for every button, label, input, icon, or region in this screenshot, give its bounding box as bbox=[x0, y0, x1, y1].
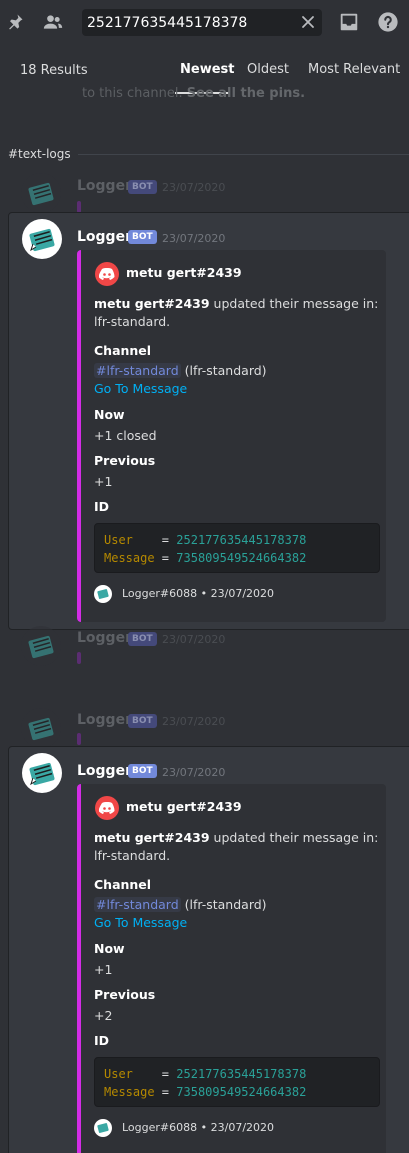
embed-footer: Logger#6088 • 23/07/2020 bbox=[122, 1121, 275, 1134]
message-timestamp: 23/07/2020 bbox=[162, 715, 226, 728]
field-previous-label: Previous bbox=[94, 987, 156, 1002]
field-channel-label: Channel bbox=[94, 343, 152, 358]
pin-icon[interactable] bbox=[3, 10, 27, 34]
log-embed: metu gert#2439 metu gert#2439 updated th… bbox=[77, 784, 386, 1153]
embed-footer: Logger#6088 • 23/07/2020 bbox=[122, 587, 275, 600]
bot-avatar bbox=[21, 173, 61, 213]
message-author[interactable]: Logger bbox=[77, 712, 132, 728]
bot-avatar bbox=[21, 626, 61, 666]
go-to-message-link[interactable]: Go To Message bbox=[94, 914, 187, 932]
sort-newest-tab[interactable]: Newest bbox=[180, 62, 234, 77]
discord-icon bbox=[95, 796, 119, 820]
embed-stub bbox=[77, 733, 81, 745]
field-previous-label: Previous bbox=[94, 453, 156, 468]
id-codeblock: User = 252177635445178378 Message = 7358… bbox=[94, 523, 380, 573]
search-result-card[interactable]: Logger BOT 23/07/2020 metu gert#2439 met… bbox=[8, 746, 409, 1153]
pins-hint-text: to this channel. See all the pins. bbox=[82, 86, 306, 101]
field-id-label: ID bbox=[94, 1033, 110, 1048]
embed-description: metu gert#2439 updated their message in:… bbox=[94, 296, 379, 329]
bot-avatar[interactable] bbox=[22, 753, 62, 793]
inbox-icon[interactable] bbox=[337, 10, 361, 34]
field-now-value: +1 bbox=[94, 962, 113, 977]
message-author[interactable]: Logger bbox=[77, 178, 132, 194]
embed-author: metu gert#2439 bbox=[126, 265, 242, 280]
message-timestamp: 23/07/2020 bbox=[162, 633, 226, 646]
bot-badge: BOT bbox=[128, 180, 157, 194]
embed-stub bbox=[77, 652, 81, 664]
results-count: 18 Results bbox=[20, 63, 88, 78]
message-author[interactable]: Logger bbox=[77, 229, 132, 245]
embed-description: metu gert#2439 updated their message in:… bbox=[94, 830, 379, 863]
message-timestamp: 23/07/2020 bbox=[162, 181, 226, 194]
id-codeblock: User = 252177635445178378 Message = 7358… bbox=[94, 1057, 380, 1107]
message-author[interactable]: Logger bbox=[77, 630, 132, 646]
message-timestamp: 23/07/2020 bbox=[162, 766, 226, 779]
bot-badge: BOT bbox=[128, 230, 157, 244]
message-author[interactable]: Logger bbox=[77, 763, 132, 779]
sort-most-relevant-tab[interactable]: Most Relevant bbox=[308, 62, 400, 77]
channel-name[interactable]: #text-logs bbox=[8, 147, 71, 161]
embed-author: metu gert#2439 bbox=[126, 799, 242, 814]
sort-oldest-tab[interactable]: Oldest bbox=[247, 62, 289, 77]
bot-badge: BOT bbox=[128, 764, 157, 778]
field-channel-value: #lfr-standard (lfr-standard) bbox=[94, 897, 267, 912]
field-now-value: +1 closed bbox=[94, 428, 157, 443]
field-now-label: Now bbox=[94, 407, 125, 422]
search-result-card[interactable]: Logger BOT 23/07/2020 metu gert#2439 met… bbox=[8, 212, 409, 630]
go-to-message-link[interactable]: Go To Message bbox=[94, 380, 187, 398]
help-icon[interactable] bbox=[376, 10, 400, 34]
bot-avatar[interactable] bbox=[22, 219, 62, 259]
logger-footer-icon bbox=[94, 1119, 112, 1137]
bot-badge: BOT bbox=[128, 632, 157, 646]
log-embed: metu gert#2439 metu gert#2439 updated th… bbox=[77, 250, 386, 622]
field-previous-value: +2 bbox=[94, 1008, 113, 1023]
field-now-label: Now bbox=[94, 941, 125, 956]
bot-avatar bbox=[21, 708, 61, 748]
field-channel-value: #lfr-standard (lfr-standard) bbox=[94, 363, 267, 378]
field-previous-value: +1 bbox=[94, 474, 113, 489]
logger-footer-icon bbox=[94, 585, 112, 603]
search-input[interactable] bbox=[87, 12, 292, 33]
channel-mention-link[interactable]: #lfr-standard bbox=[94, 363, 181, 378]
channel-divider bbox=[78, 154, 409, 155]
field-channel-label: Channel bbox=[94, 877, 152, 892]
members-icon[interactable] bbox=[41, 10, 65, 34]
discord-icon bbox=[95, 262, 119, 286]
close-icon[interactable] bbox=[300, 14, 316, 30]
search-toolbar bbox=[0, 0, 409, 45]
message-timestamp: 23/07/2020 bbox=[162, 232, 226, 245]
field-id-label: ID bbox=[94, 499, 110, 514]
bot-badge: BOT bbox=[128, 714, 157, 728]
channel-mention-link[interactable]: #lfr-standard bbox=[94, 897, 181, 912]
search-box bbox=[82, 9, 322, 36]
